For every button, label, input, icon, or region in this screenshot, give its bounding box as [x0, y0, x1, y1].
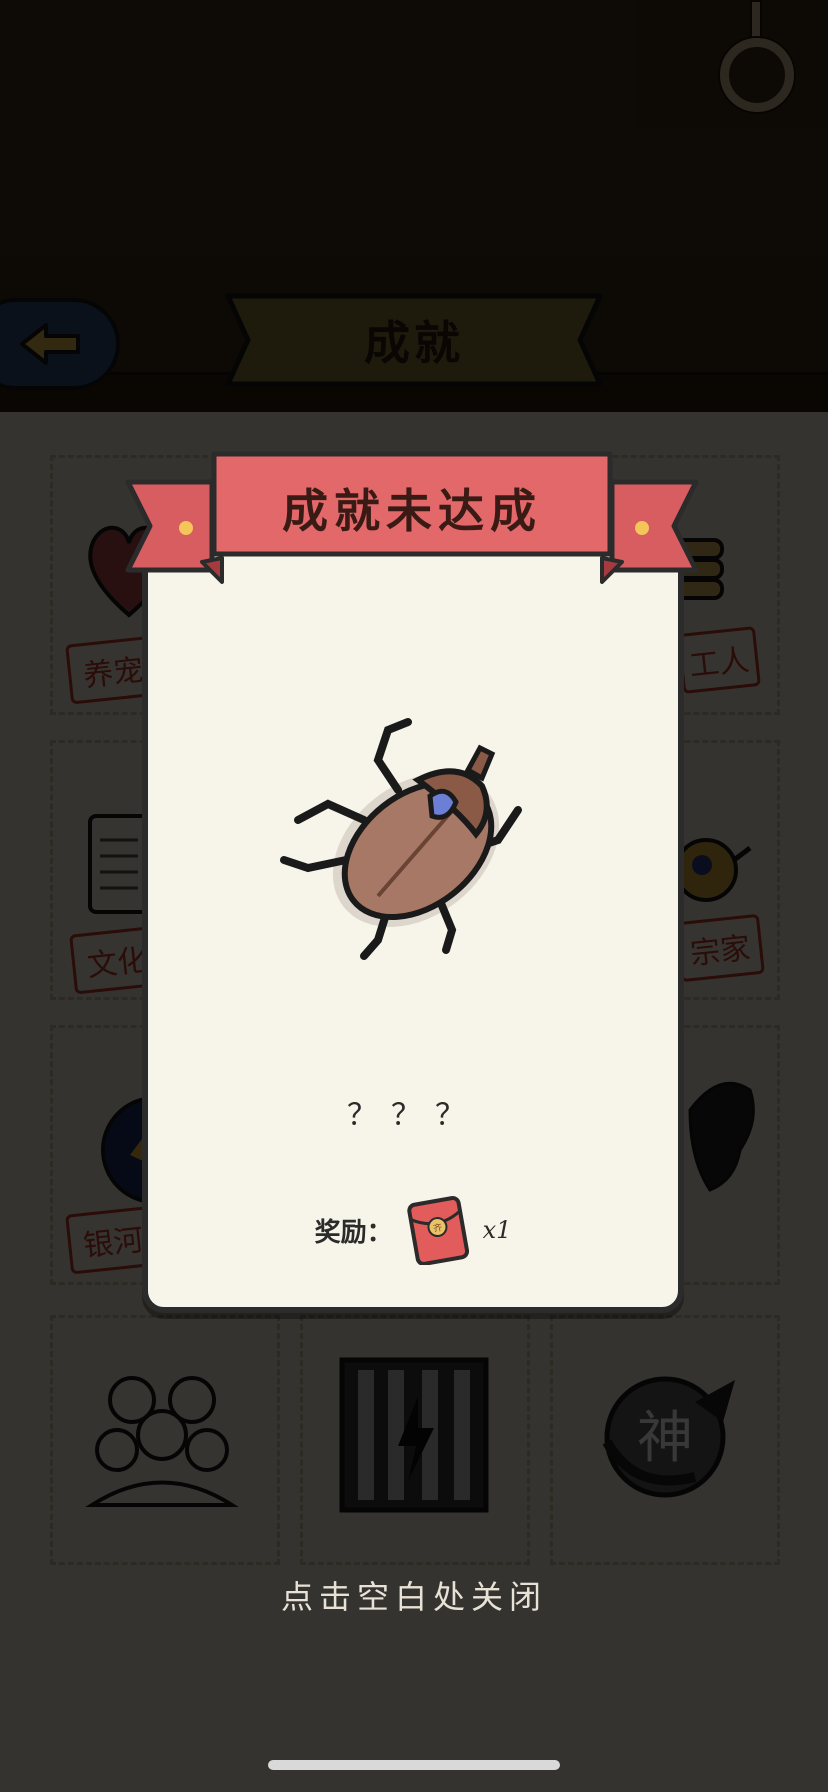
- close-hint: 点击空白处关闭: [280, 1578, 547, 1616]
- red-envelope-icon: 齐: [406, 1196, 469, 1265]
- home-indicator[interactable]: [268, 1760, 560, 1770]
- beetle-icon: [280, 718, 522, 960]
- reward-count: x1: [482, 1216, 512, 1244]
- reward-label: 奖励：: [314, 1217, 393, 1248]
- modal-ribbon: 成就未达成: [122, 440, 702, 590]
- reward-row: 奖励： 齐 x1: [142, 1190, 684, 1270]
- modal-title: 成就未达成: [282, 484, 542, 538]
- achievement-name: ？？？: [347, 1098, 479, 1133]
